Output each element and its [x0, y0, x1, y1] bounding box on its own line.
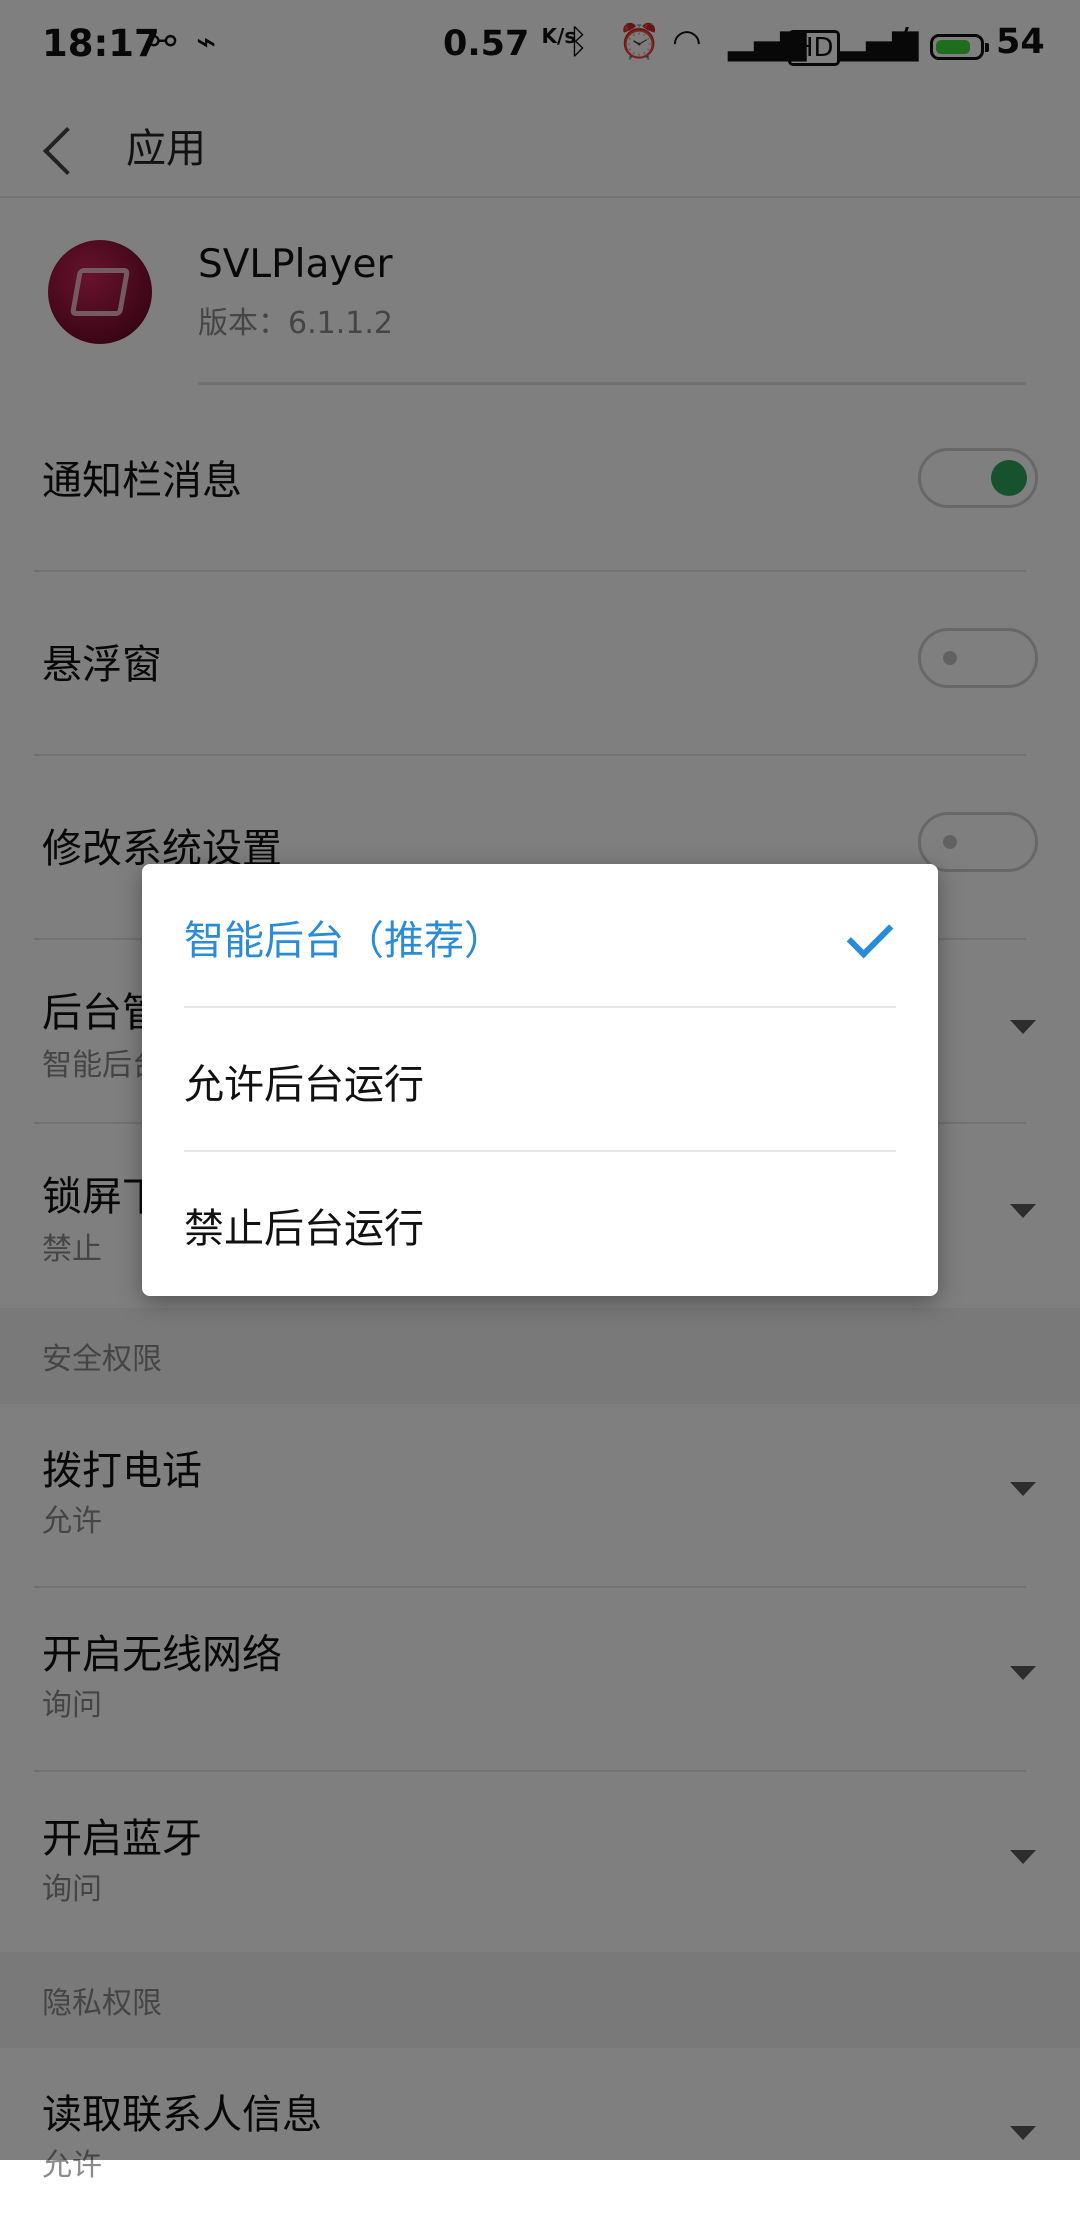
option-smart-background[interactable]: 智能后台（推荐）: [142, 864, 938, 1008]
checkmark-icon: [846, 911, 894, 959]
option-label: 智能后台（推荐）: [184, 918, 504, 964]
option-label: 允许后台运行: [184, 1062, 424, 1108]
option-allow-background[interactable]: 允许后台运行: [142, 1008, 938, 1152]
background-mode-dialog: 智能后台（推荐） 允许后台运行 禁止后台运行: [142, 864, 938, 1296]
option-label: 禁止后台运行: [184, 1206, 424, 1252]
option-forbid-background[interactable]: 禁止后台运行: [142, 1152, 938, 1296]
